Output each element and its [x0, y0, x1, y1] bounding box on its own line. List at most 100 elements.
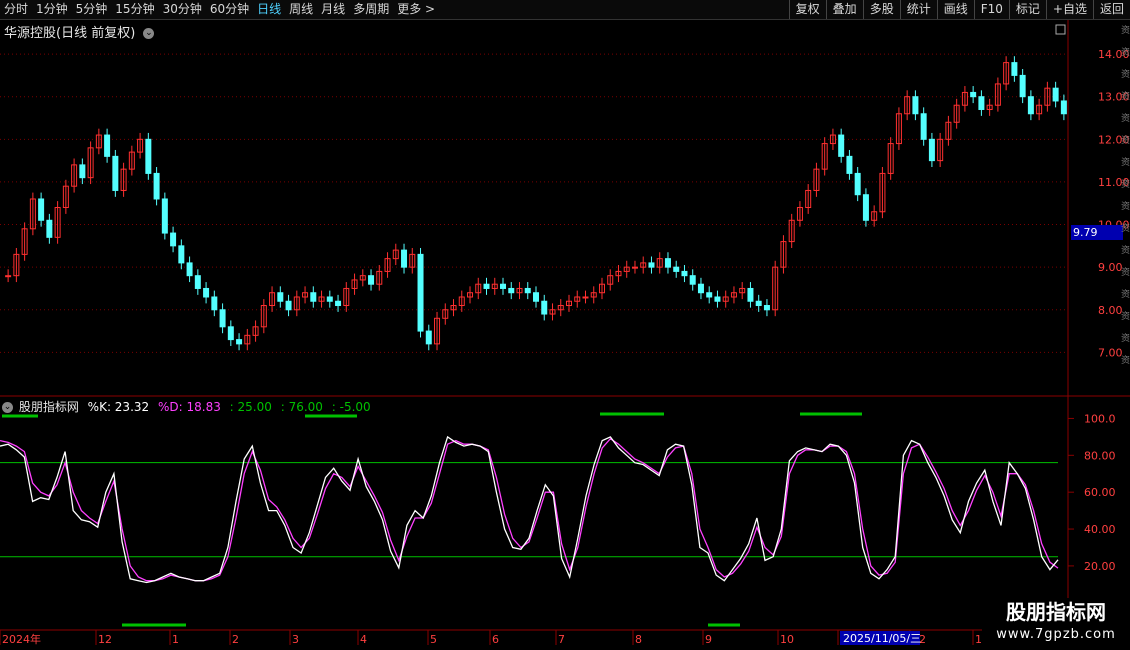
chevron-down-icon[interactable]: ⌄ — [143, 28, 155, 39]
candle-body — [524, 287, 531, 294]
candle-body — [508, 287, 515, 294]
candle-body — [211, 296, 218, 311]
price-tick-label: 9.00 — [1098, 261, 1123, 274]
candle-body — [862, 194, 869, 221]
candle-body — [706, 292, 713, 298]
candle-body — [38, 198, 45, 221]
osc-tick-label: 40.00 — [1084, 523, 1116, 536]
candle-body — [846, 155, 853, 174]
candle-body — [747, 287, 754, 302]
candle-body — [153, 172, 160, 200]
candle-body — [219, 309, 226, 328]
cursor-date-label: 2025/11/05/三 — [843, 632, 921, 645]
candle-body — [285, 300, 292, 311]
oscillator-name: 股朋指标网 — [18, 400, 79, 414]
candle-body — [277, 292, 284, 302]
candle-body — [631, 266, 638, 269]
time-label: 3 — [292, 633, 299, 646]
candle-body — [483, 283, 490, 289]
k-value: %K: 23.32 — [87, 400, 150, 414]
time-label: 12 — [98, 633, 112, 646]
candle-body — [763, 305, 770, 311]
price-tick-label: 7.00 — [1098, 346, 1123, 359]
candle-body — [1011, 62, 1018, 76]
candle-body — [227, 326, 234, 341]
candle-body — [854, 172, 861, 196]
time-label: 6 — [492, 633, 499, 646]
candle-body — [697, 283, 704, 294]
candle-body — [1052, 87, 1059, 102]
candle-body — [920, 113, 927, 140]
candle-body — [664, 258, 671, 268]
candle-body — [673, 266, 680, 272]
price-tick-label: 8.00 — [1098, 304, 1123, 317]
time-label: 2 — [232, 633, 239, 646]
d-value: %D: 18.83 — [157, 400, 221, 414]
candle-body — [46, 219, 53, 238]
time-label: 7 — [558, 633, 565, 646]
candle-body — [912, 96, 919, 115]
candle-body — [533, 292, 539, 302]
k-line — [0, 435, 1059, 584]
candle-body — [417, 253, 424, 332]
time-label: 4 — [360, 633, 367, 646]
current-price-tag: 9.79 — [1071, 225, 1123, 240]
candle-body — [689, 275, 696, 285]
candle-body — [648, 262, 655, 268]
chart-canvas[interactable]: 14.0013.0012.0011.0010.009.008.007.00100… — [0, 0, 1130, 650]
candle-body — [681, 270, 688, 277]
stock-title-label: 华源控股(日线 前复权) — [4, 26, 136, 41]
candle-body — [582, 296, 589, 299]
level-neg5: : -5.00 — [331, 400, 371, 414]
candle-body — [1019, 74, 1026, 98]
oscillator-header: ⌄ 股朋指标网 %K: 23.32 %D: 18.83 : 25.00 : 76… — [2, 398, 376, 415]
watermark-title: 股朋指标网 — [1006, 600, 1106, 624]
side-info-strip: 资资资资资资资资资资资资资资资资 — [1121, 26, 1130, 366]
candle-body — [326, 296, 333, 302]
level-76: : 76.00 — [280, 400, 323, 414]
candle-body — [335, 300, 342, 307]
candle-body — [203, 287, 210, 298]
time-label: 2024年 — [2, 632, 41, 646]
osc-tick-label: 100.0 — [1084, 412, 1116, 425]
candle-body — [170, 232, 177, 247]
candle-body — [970, 91, 977, 98]
osc-tick-label: 80.00 — [1084, 449, 1116, 462]
candle-body — [928, 138, 935, 162]
watermark-url: www.7gpzb.com — [996, 627, 1116, 642]
time-label: 9 — [705, 633, 712, 646]
chevron-down-icon[interactable]: ⌄ — [2, 402, 13, 413]
candle-body — [541, 300, 548, 315]
candle-body — [104, 134, 111, 157]
candle-body — [500, 283, 507, 289]
time-label: 5 — [430, 633, 437, 646]
candle-body — [714, 296, 721, 302]
stock-title[interactable]: 华源控股(日线 前复权) ⌄ — [4, 22, 155, 41]
candle-body — [161, 198, 168, 234]
watermark: 股朋指标网 www.7gpzb.com — [982, 598, 1130, 650]
osc-tick-label: 20.00 — [1084, 560, 1116, 573]
candle-body — [79, 164, 86, 179]
candle-body — [978, 96, 985, 110]
level-25: : 25.00 — [229, 400, 272, 414]
time-label: 8 — [635, 633, 642, 646]
candle-body — [368, 275, 375, 285]
time-label: 10 — [780, 633, 794, 646]
candle-body — [425, 330, 432, 345]
window-icon — [1055, 24, 1066, 35]
candle-body — [1060, 100, 1067, 115]
candle-body — [755, 300, 762, 307]
candle-body — [236, 339, 243, 345]
candle-body — [186, 262, 193, 277]
candle-body — [310, 292, 317, 302]
candle-body — [112, 155, 119, 191]
candle-body — [401, 249, 408, 268]
time-label: 1 — [975, 633, 982, 646]
candle-body — [5, 275, 12, 278]
candle-body — [1027, 96, 1034, 115]
candle-body — [194, 275, 201, 289]
candle-body — [178, 245, 185, 264]
osc-tick-label: 60.00 — [1084, 486, 1116, 499]
time-label: 1 — [172, 633, 179, 646]
candle-body — [145, 138, 152, 174]
